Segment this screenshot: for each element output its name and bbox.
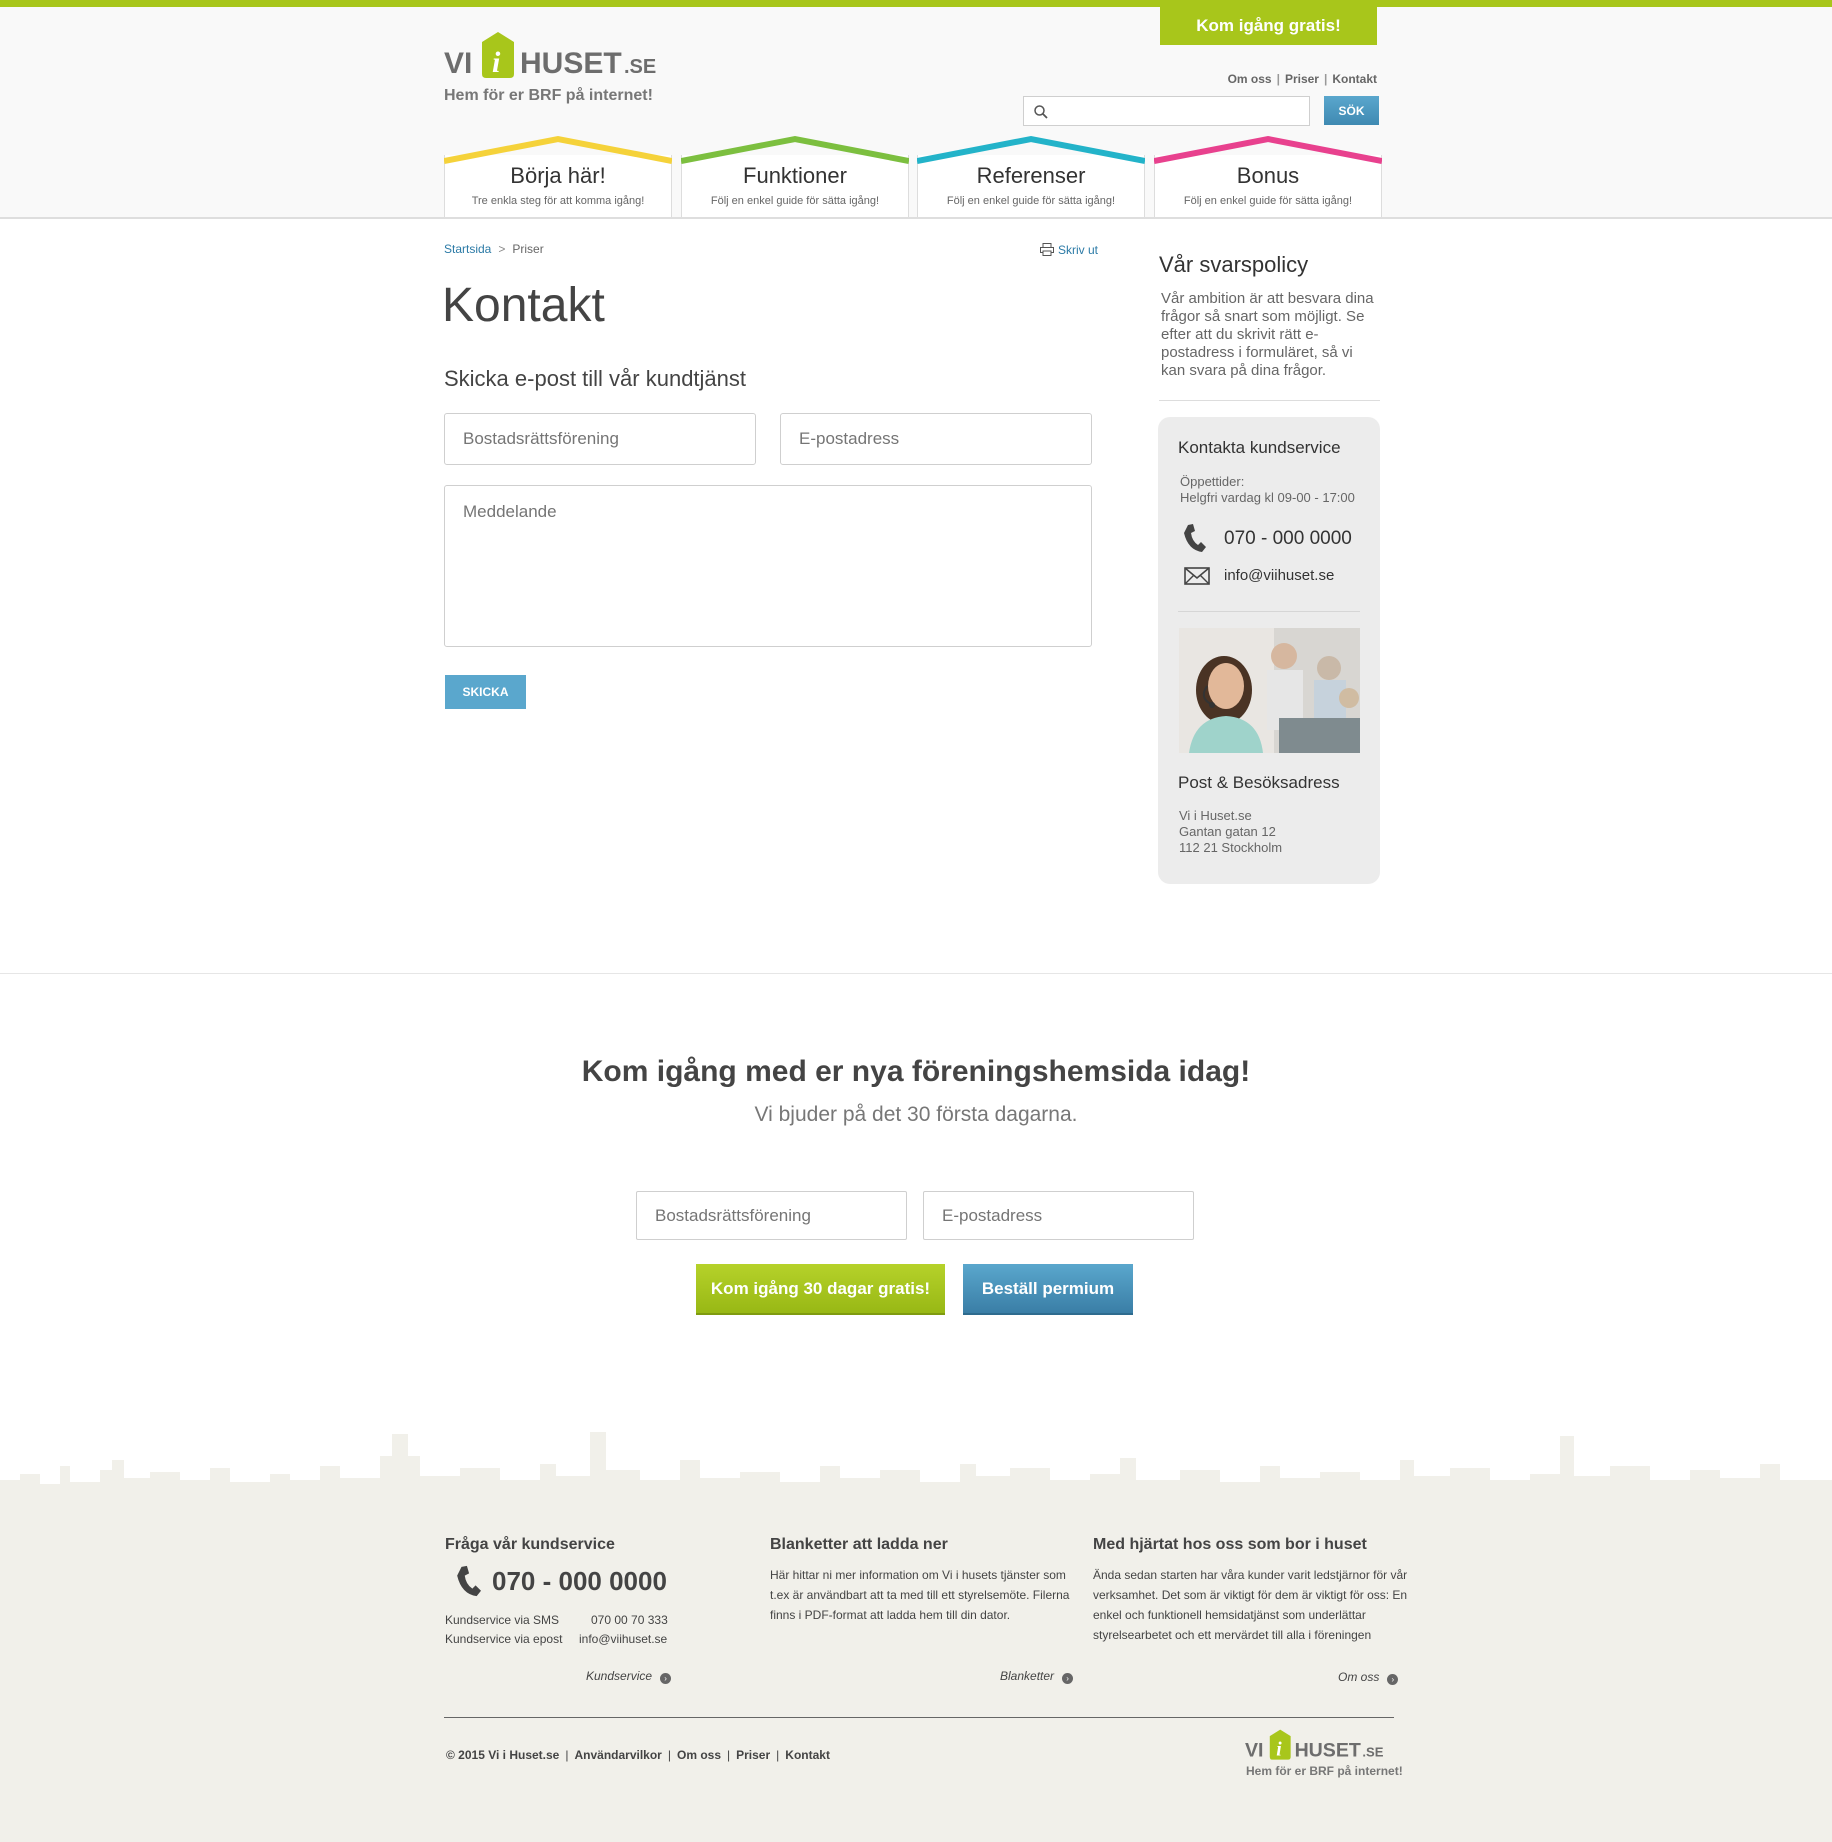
tab-roof-teal: [917, 135, 1145, 164]
page-title: Kontakt: [442, 279, 605, 332]
contact-phone[interactable]: 070 - 000 0000: [1224, 528, 1352, 550]
tab-title: Referenser: [976, 163, 1086, 188]
arrow-circle-icon: ›: [660, 1673, 672, 1684]
contact-box-title: Kontakta kundservice: [1178, 438, 1341, 457]
search-icon: [1034, 105, 1048, 119]
footer-sms-value: 070 00 70 333: [591, 1613, 668, 1627]
order-premium-button[interactable]: Beställ permium: [963, 1264, 1133, 1313]
tab-subtitle: Följ en enkel guide för sätta igång!: [946, 195, 1116, 207]
footer-prices-link[interactable]: Priser: [736, 1748, 770, 1762]
tab-roof-green: [681, 135, 909, 164]
policy-title: Vår svarspolicy: [1159, 252, 1309, 277]
breadcrumb-current: Priser: [512, 242, 544, 256]
phone-icon: [457, 1565, 481, 1597]
envelope-icon: [1184, 567, 1210, 585]
footer-link-forms[interactable]: Blanketter ›: [1000, 1669, 1074, 1684]
customer-service-photo: [1179, 628, 1360, 753]
svg-text:HUSET: HUSET: [520, 47, 622, 78]
footer-epost-value[interactable]: info@viihuset.se: [579, 1629, 667, 1649]
site-header: Kom igång gratis!: [0, 7, 1832, 219]
search-input[interactable]: [1023, 96, 1310, 126]
footer-bottom-links: © 2015 Vi i Huset.se | Användarvilkor | Om o…: [446, 1748, 830, 1762]
arrow-circle-icon: ›: [1062, 1673, 1074, 1684]
promo-email-field[interactable]: [923, 1191, 1194, 1240]
search-button[interactable]: SÖK: [1324, 96, 1379, 125]
svg-text:VI: VI: [1245, 1739, 1263, 1761]
divider: [1178, 611, 1360, 612]
tab-subtitle: Följ en enkel guide för sätta igång!: [710, 195, 880, 207]
footer-logo[interactable]: VI i HUSET .SE: [1245, 1726, 1395, 1762]
form-heading: Skicka e-post till vår kundtjänst: [444, 366, 747, 391]
arrow-circle-icon: ›: [1387, 1674, 1399, 1685]
toplink-about[interactable]: Om oss: [1228, 72, 1272, 86]
footer-forms-text: Här hittar ni mer information om Vi i hu…: [770, 1568, 1070, 1622]
brf-name-field[interactable]: [444, 413, 756, 465]
tab-subtitle: Tre enkla steg för att komma igång!: [471, 195, 645, 207]
footer-about-link[interactable]: Om oss: [677, 1748, 721, 1762]
footer-about-title: Med hjärtat hos oss som bor i huset: [1093, 1536, 1367, 1553]
opening-hours: Öppettider: Helgfri vardag kl 09-00 - 17…: [1180, 474, 1355, 505]
footer-link-about[interactable]: Om oss ›: [1338, 1670, 1399, 1685]
toplink-prices[interactable]: Priser: [1285, 72, 1319, 86]
tab-title: Bonus: [1236, 163, 1300, 188]
breadcrumb-home[interactable]: Startsida: [444, 242, 491, 256]
section-divider: [0, 973, 1832, 974]
promo-subtitle: Vi bjuder på det 30 första dagarna.: [754, 1103, 1078, 1126]
print-link[interactable]: Skriv ut: [1040, 243, 1098, 257]
svg-text:HUSET: HUSET: [1295, 1739, 1361, 1761]
footer-epost-label: Kundservice via epost: [445, 1632, 563, 1646]
message-field[interactable]: [444, 485, 1092, 647]
policy-text: Vår ambition är att besvara dina frågor …: [1161, 290, 1374, 379]
footer-sms-label: Kundservice via SMS: [445, 1613, 560, 1627]
printer-icon: [1040, 243, 1054, 256]
promo-brf-field[interactable]: [636, 1191, 907, 1240]
tab-title: Börja här!: [510, 163, 606, 188]
tab-start-here[interactable]: Börja här! Tre enkla steg för att komma …: [444, 135, 672, 217]
get-started-free-button[interactable]: Kom igång gratis!: [1160, 7, 1377, 45]
footer-divider: [444, 1717, 1394, 1718]
contact-email[interactable]: info@viihuset.se: [1224, 567, 1334, 584]
send-button[interactable]: SKICKA: [445, 675, 526, 709]
site-logo[interactable]: VI i HUSET .SE: [444, 30, 674, 78]
phone-icon: [1184, 524, 1206, 552]
divider: [1159, 400, 1380, 401]
promo-title: Kom igång med er nya föreningshemsida id…: [581, 1055, 1251, 1088]
toplink-contact[interactable]: Kontakt: [1332, 72, 1377, 86]
start-trial-button[interactable]: Kom igång 30 dagar gratis!: [696, 1264, 945, 1313]
tab-references[interactable]: Referenser Följ en enkel guide för sätta…: [917, 135, 1145, 217]
footer-tagline: Hem för er BRF på internet!: [1246, 1764, 1403, 1778]
copyright: © 2015 Vi i Huset.se: [446, 1748, 560, 1762]
tab-title: Funktioner: [743, 163, 847, 188]
site-tagline: Hem för er BRF på internet!: [444, 87, 653, 104]
print-label: Skriv ut: [1058, 243, 1099, 257]
tab-bonus[interactable]: Bonus Följ en enkel guide för sätta igån…: [1154, 135, 1382, 217]
tab-functions[interactable]: Funktioner Följ en enkel guide för sätta…: [681, 135, 909, 217]
top-links: Om oss | Priser | Kontakt: [1227, 72, 1377, 86]
footer-link-support[interactable]: Kundservice ›: [586, 1669, 672, 1684]
postal-address: Vi i Huset.se Gantan gatan 12 112 21 Sto…: [1179, 808, 1283, 855]
tab-roof-yellow: [444, 135, 672, 164]
breadcrumb: Startsida > Priser: [444, 242, 544, 256]
svg-text:VI: VI: [444, 47, 472, 78]
footer-phone[interactable]: 070 - 000 0000: [492, 1566, 667, 1597]
svg-text:.SE: .SE: [624, 56, 656, 78]
address-title: Post & Besöksadress: [1178, 773, 1340, 792]
tab-roof-pink: [1154, 135, 1382, 164]
svg-text:.SE: .SE: [1362, 1744, 1383, 1759]
footer-contact-link[interactable]: Kontakt: [785, 1748, 830, 1762]
footer-forms-title: Blanketter att ladda ner: [770, 1536, 948, 1553]
svg-text:i: i: [1276, 1740, 1282, 1761]
email-field[interactable]: [780, 413, 1092, 465]
footer-about-text: Ända sedan starten har våra kunder varit…: [1093, 1568, 1408, 1642]
footer-terms-link[interactable]: Användarvilkor: [574, 1748, 661, 1762]
top-accent-bar: [0, 0, 1832, 7]
footer-support-title: Fråga vår kundservice: [445, 1536, 615, 1553]
tab-subtitle: Följ en enkel guide för sätta igång!: [1183, 195, 1353, 207]
svg-text:i: i: [492, 46, 501, 78]
